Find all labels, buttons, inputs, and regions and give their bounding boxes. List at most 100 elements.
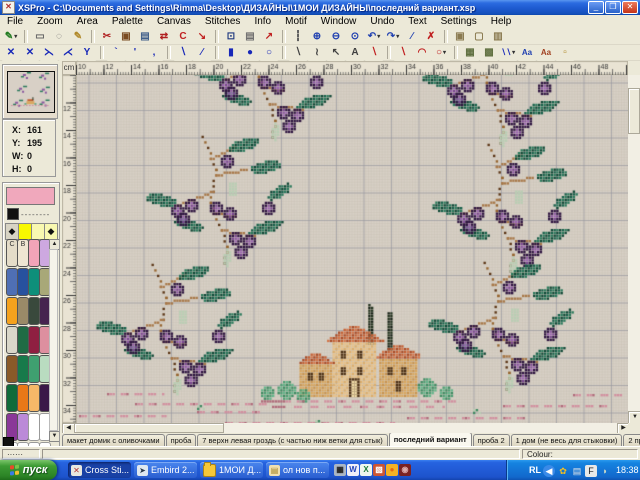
backstitch-left-icon[interactable]: ∖: [174, 45, 192, 61]
menu-info[interactable]: Info: [247, 15, 278, 28]
taskbar-task[interactable]: ▤ол нов п...: [266, 462, 329, 478]
menu-stitches[interactable]: Stitches: [198, 15, 248, 28]
curve-stitch-icon[interactable]: ◠: [413, 45, 431, 61]
rya-stitch-icon[interactable]: ≀: [308, 45, 326, 61]
messenger-icon[interactable]: ●: [386, 464, 398, 476]
freehand-select-icon[interactable]: ✎: [69, 28, 87, 44]
excel-icon[interactable]: X: [360, 464, 372, 476]
tab-1[interactable]: макет домик с оливочками: [62, 434, 165, 446]
monitor-icon[interactable]: ⊡: [222, 28, 240, 44]
cut-icon[interactable]: ✂: [98, 28, 116, 44]
hide-icons-chevron[interactable]: ◀: [543, 465, 555, 477]
rotate-icon[interactable]: C: [174, 28, 192, 44]
paste-icon[interactable]: ▤: [136, 28, 154, 44]
full-cross-stitch-icon[interactable]: ✕: [2, 45, 20, 61]
pattern-preview-canvas[interactable]: [8, 72, 52, 110]
tab-4[interactable]: последний вариант: [389, 433, 472, 446]
vertical-scroll-thumb[interactable]: [628, 88, 640, 134]
menu-zoom[interactable]: Zoom: [30, 15, 70, 28]
quarter-stitch-3-icon[interactable]: ,: [145, 45, 163, 61]
stitch-sample-square[interactable]: [7, 208, 19, 220]
dropdown-arrow-icon[interactable]: ▾: [396, 33, 399, 40]
font-latin-icon[interactable]: Aa: [518, 45, 536, 61]
outline-knot-icon[interactable]: ○▾: [432, 45, 450, 61]
dropdown-arrow-icon[interactable]: ▾: [443, 49, 446, 56]
network-icon[interactable]: ◗: [599, 465, 611, 477]
bead-icon[interactable]: ●: [241, 45, 259, 61]
special-stitch-icon[interactable]: ∖: [365, 45, 383, 61]
hardanger-icon[interactable]: A: [346, 45, 364, 61]
menu-window[interactable]: Window: [314, 15, 364, 28]
player-icon[interactable]: ◉: [399, 464, 411, 476]
quarter-stitch-1-icon[interactable]: `: [107, 45, 125, 61]
dropdown-arrow-icon[interactable]: ▾: [377, 33, 380, 40]
blend-b-cell[interactable]: ◆: [44, 223, 58, 240]
petite-stitch-icon[interactable]: Y: [78, 45, 96, 61]
mirror-icon[interactable]: ⇄: [155, 28, 173, 44]
horizontal-scroll-thumb[interactable]: [74, 423, 224, 433]
dropdown-arrow-icon[interactable]: ▾: [512, 49, 515, 56]
long-stitch-icon[interactable]: ∖: [289, 45, 307, 61]
menu-undo[interactable]: Undo: [363, 15, 401, 28]
zoom-out-icon[interactable]: ⊖: [327, 28, 345, 44]
copy-icon[interactable]: ▣: [117, 28, 135, 44]
taskbar-task[interactable]: ➤Embird 2...: [134, 462, 197, 478]
menu-settings[interactable]: Settings: [434, 15, 484, 28]
tab-3[interactable]: 7 верхн левая гроздь (с частью ниж ветки…: [197, 434, 388, 446]
language-indicator[interactable]: RL: [529, 465, 541, 475]
menu-palette[interactable]: Palette: [105, 15, 150, 28]
export-icon[interactable]: ↗: [260, 28, 278, 44]
motif-library-icon[interactable]: ▦: [461, 45, 479, 61]
move-selection-icon[interactable]: ↘: [193, 28, 211, 44]
font-symbol-icon[interactable]: Aa: [537, 45, 555, 61]
tab-7[interactable]: 2 правая ниж гр: [623, 434, 640, 446]
print-icon[interactable]: ▤: [241, 28, 259, 44]
word-icon[interactable]: W: [347, 464, 359, 476]
menu-text[interactable]: Text: [401, 15, 433, 28]
paint-icon[interactable]: ▧: [373, 464, 385, 476]
quarter-stitch-2-icon[interactable]: ': [126, 45, 144, 61]
page-new-icon[interactable]: ▢: [470, 28, 488, 44]
zoom-in-icon[interactable]: ⊕: [308, 28, 326, 44]
pattern-canvas[interactable]: [76, 75, 629, 423]
undo-icon[interactable]: ↶▾: [365, 28, 383, 44]
dropdown-arrow-icon[interactable]: ▾: [14, 33, 17, 40]
taskbar-task[interactable]: 1МОИ Д...: [200, 462, 263, 478]
page-copy-icon[interactable]: ▣: [451, 28, 469, 44]
close-button[interactable]: ✕: [622, 1, 638, 14]
backstitch-pair-icon[interactable]: ∖∖▾: [499, 45, 517, 61]
tab-6[interactable]: 1 дом (не весь для стыковки): [511, 434, 623, 446]
zoom-actual-icon[interactable]: ⊙: [346, 28, 364, 44]
tab-5[interactable]: проба 2: [473, 434, 510, 446]
sequin-icon[interactable]: ↖: [327, 45, 345, 61]
menu-file[interactable]: File: [0, 15, 30, 28]
mail-icon[interactable]: ▤: [571, 465, 583, 477]
half-stitch-right-icon[interactable]: ⋌: [59, 45, 77, 61]
palette-scrollbar[interactable]: [49, 249, 58, 431]
tab-2[interactable]: проба: [166, 434, 197, 446]
french-knot-icon[interactable]: ○: [260, 45, 278, 61]
rect-select-icon[interactable]: ▭: [31, 28, 49, 44]
thread-icon[interactable]: ┇: [289, 28, 307, 44]
motif-edit-icon[interactable]: ▩: [480, 45, 498, 61]
line-tool-icon[interactable]: ∕: [403, 28, 421, 44]
icq-flower-icon[interactable]: ✿: [557, 465, 569, 477]
minimize-button[interactable]: _: [588, 1, 604, 14]
delete-icon[interactable]: ✗: [422, 28, 440, 44]
half-stitch-left-icon[interactable]: ⋋: [40, 45, 58, 61]
blend-a-cell[interactable]: ◆: [5, 223, 19, 240]
menu-area[interactable]: Area: [70, 15, 105, 28]
start-button[interactable]: пуск: [0, 460, 57, 480]
palette-scroll-down[interactable]: ▼: [49, 431, 60, 442]
maximize-button[interactable]: ❐: [605, 1, 621, 14]
backstitch-right-icon[interactable]: ∕: [193, 45, 211, 61]
draw-tool-icon[interactable]: ✎▾: [2, 28, 20, 44]
straight-stitch-icon[interactable]: ▮: [222, 45, 240, 61]
color-a-cell[interactable]: [18, 223, 32, 240]
page-back-icon[interactable]: ▥: [489, 28, 507, 44]
current-color-swatch[interactable]: [6, 187, 55, 205]
lasso-select-icon[interactable]: ◌: [50, 28, 68, 44]
taskbar-task[interactable]: ✕Cross Sti...: [68, 462, 131, 478]
calculator-icon[interactable]: ▦: [334, 464, 346, 476]
couching-stitch-icon[interactable]: ∖: [394, 45, 412, 61]
